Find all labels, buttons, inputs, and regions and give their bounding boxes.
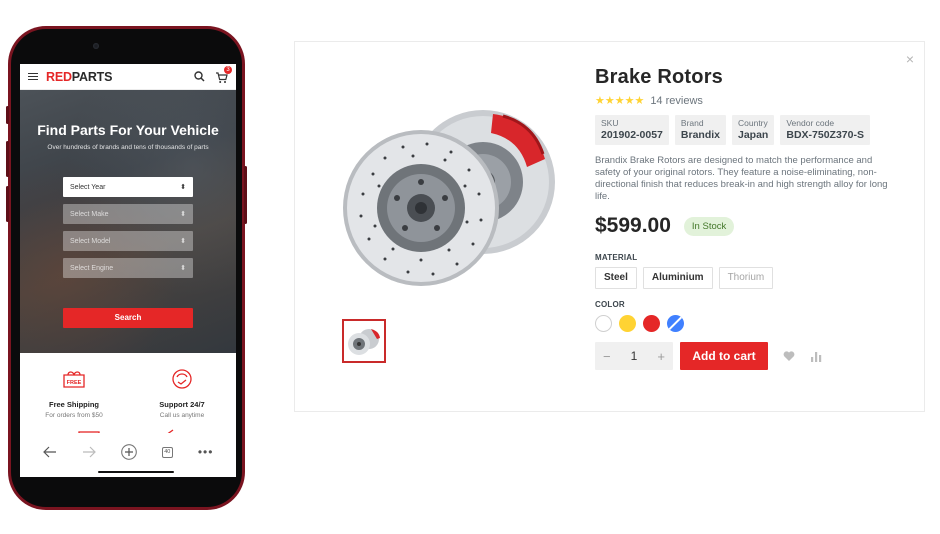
forward-arrow-icon[interactable] bbox=[82, 446, 96, 458]
phone-volume-up bbox=[6, 141, 9, 177]
product-quickview: × Brake Rotors ★★★★★ 14 reviews SKU 2019… bbox=[294, 41, 925, 412]
decrement-button[interactable]: − bbox=[603, 349, 611, 364]
site-logo[interactable]: REDPARTS bbox=[46, 70, 112, 84]
meta-value: Japan bbox=[738, 129, 769, 141]
back-arrow-icon[interactable] bbox=[42, 446, 57, 458]
chevron-updown-icon: ⬍ bbox=[180, 184, 186, 191]
select-model-label: Select Model bbox=[70, 237, 111, 245]
select-make-label: Select Make bbox=[70, 210, 109, 218]
feature-subtitle: Call us anytime bbox=[159, 412, 205, 419]
hero-search-block: Find Parts For Your Vehicle Over hundred… bbox=[20, 90, 236, 353]
home-indicator bbox=[98, 470, 174, 473]
product-description: Brandix Brake Rotors are designed to mat… bbox=[595, 155, 888, 202]
meta-label: SKU bbox=[601, 118, 619, 128]
meta-value: 201902-0057 bbox=[601, 129, 663, 141]
discount-icon bbox=[167, 429, 174, 433]
meta-label: Country bbox=[738, 118, 768, 128]
color-swatch-white[interactable] bbox=[595, 315, 612, 332]
reviews-link[interactable]: 14 reviews bbox=[650, 95, 703, 107]
phone-power-button bbox=[244, 166, 247, 224]
material-option-aluminium[interactable]: Aluminium bbox=[642, 267, 713, 289]
search-button[interactable]: Search bbox=[63, 308, 193, 328]
meta-label: Vendor code bbox=[786, 118, 835, 128]
material-options: Steel Aluminium Thorium bbox=[595, 267, 915, 289]
product-rating: ★★★★★ 14 reviews bbox=[595, 94, 915, 108]
material-label: MATERIAL bbox=[595, 253, 638, 262]
phone-screen: REDPARTS 3 Find Parts For Your Vehicle O… bbox=[20, 64, 236, 477]
feature-title: Free Shipping bbox=[48, 400, 99, 409]
more-options-icon[interactable]: ••• bbox=[198, 445, 214, 459]
browser-toolbar: 40 ••• bbox=[20, 437, 236, 477]
color-swatch-blue[interactable] bbox=[667, 315, 684, 332]
select-year[interactable]: Select Year ⬍ bbox=[63, 177, 193, 197]
menu-icon[interactable] bbox=[28, 72, 38, 81]
select-make[interactable]: Select Make ⬍ bbox=[63, 204, 193, 224]
phone-volume-down bbox=[6, 186, 9, 222]
meta-sku: SKU 201902-0057 bbox=[595, 115, 669, 145]
product-meta: SKU 201902-0057 Brand Brandix Country Japan… bbox=[595, 115, 915, 145]
feature-title: Support 24/7 bbox=[159, 400, 205, 409]
chevron-updown-icon: ⬍ bbox=[180, 211, 186, 218]
meta-vendor-code: Vendor code BDX-750Z370-S bbox=[780, 115, 870, 145]
hero-subtitle: Over hundreds of brands and tens of thou… bbox=[47, 144, 209, 151]
product-price: $599.00 bbox=[595, 214, 671, 237]
phone-side-button bbox=[6, 106, 9, 124]
chevron-updown-icon: ⬍ bbox=[180, 265, 186, 272]
hero-title: Find Parts For Your Vehicle bbox=[37, 122, 219, 138]
compare-button[interactable] bbox=[810, 349, 824, 363]
stock-badge: In Stock bbox=[683, 216, 735, 236]
mobile-header: REDPARTS 3 bbox=[20, 64, 236, 90]
feature-free-shipping: FREE Free Shipping For orders from $50 bbox=[20, 366, 128, 419]
chevron-updown-icon: ⬍ bbox=[180, 238, 186, 245]
thumbnail-image bbox=[348, 329, 380, 355]
select-engine-label: Select Engine bbox=[70, 264, 114, 272]
feature-subtitle: For orders from $50 bbox=[45, 412, 103, 419]
meta-value[interactable]: Brandix bbox=[681, 129, 720, 141]
add-to-cart-row: − 1 + Add to cart bbox=[595, 342, 915, 370]
logo-dark-text: PARTS bbox=[71, 69, 113, 84]
meta-country: Country Japan bbox=[732, 115, 775, 145]
select-engine[interactable]: Select Engine ⬍ bbox=[63, 258, 193, 278]
color-label: COLOR bbox=[595, 300, 625, 309]
meta-value: BDX-750Z370-S bbox=[786, 129, 864, 141]
meta-brand: Brand Brandix bbox=[674, 115, 726, 145]
add-to-cart-button[interactable]: Add to cart bbox=[680, 342, 768, 370]
quantity-value[interactable]: 1 bbox=[631, 349, 638, 363]
new-tab-plus-icon[interactable] bbox=[120, 444, 137, 460]
heart-icon bbox=[783, 350, 795, 361]
cart-count-badge: 3 bbox=[224, 65, 232, 74]
logo-red-text: RED bbox=[46, 69, 72, 84]
cart-button[interactable]: 3 bbox=[215, 65, 232, 83]
product-thumbnail[interactable] bbox=[342, 319, 386, 363]
phone-body: REDPARTS 3 Find Parts For Your Vehicle O… bbox=[11, 29, 242, 507]
compare-chart-icon bbox=[811, 352, 822, 362]
product-title: Brake Rotors bbox=[595, 66, 723, 88]
phone-camera bbox=[93, 43, 99, 49]
product-info: Brake Rotors ★★★★★ 14 reviews SKU 201902-… bbox=[595, 42, 915, 370]
material-option-steel[interactable]: Steel bbox=[595, 267, 637, 289]
select-year-label: Select Year bbox=[70, 183, 106, 191]
select-model[interactable]: Select Model ⬍ bbox=[63, 231, 193, 251]
free-shipping-icon: FREE bbox=[63, 371, 85, 388]
rating-stars: ★★★★★ bbox=[595, 95, 645, 107]
tabs-button[interactable]: 40 bbox=[161, 446, 173, 458]
quantity-stepper: − 1 + bbox=[595, 342, 673, 370]
increment-button[interactable]: + bbox=[657, 349, 665, 364]
feature-support: Support 24/7 Call us anytime bbox=[128, 366, 236, 419]
gift-icon bbox=[78, 431, 100, 433]
phone-mockup: REDPARTS 3 Find Parts For Your Vehicle O… bbox=[6, 26, 247, 510]
search-icon[interactable] bbox=[194, 71, 205, 82]
features-row-2 bbox=[20, 419, 236, 433]
color-options bbox=[595, 315, 915, 332]
wishlist-button[interactable] bbox=[782, 349, 796, 363]
free-badge-text: FREE bbox=[67, 380, 82, 386]
product-image[interactable] bbox=[333, 94, 565, 294]
color-swatch-yellow[interactable] bbox=[619, 315, 636, 332]
material-option-thorium[interactable]: Thorium bbox=[718, 267, 774, 289]
meta-label: Brand bbox=[680, 118, 704, 128]
color-swatch-red[interactable] bbox=[643, 315, 660, 332]
support-icon bbox=[172, 369, 192, 389]
features-row: FREE Free Shipping For orders from $50 S… bbox=[20, 353, 236, 419]
